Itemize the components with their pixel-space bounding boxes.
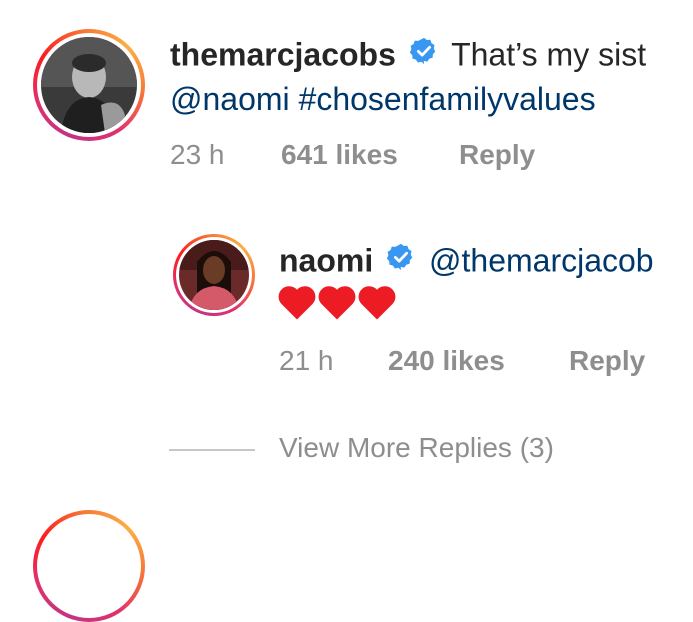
reply-button[interactable]: Reply [459, 139, 535, 171]
story-ring[interactable] [33, 29, 145, 141]
reply-line-1: naomi @themarcjacob [279, 242, 654, 284]
comment-likes[interactable]: 641 likes [281, 139, 398, 171]
likes-count[interactable]: 240 likes [388, 345, 505, 376]
likes-count[interactable]: 641 likes [281, 139, 398, 170]
comment-tags[interactable]: @naomi #chosenfamilyvalues [170, 81, 596, 118]
verified-badge-icon [382, 242, 420, 284]
avatar-themarcjacobs [41, 37, 137, 133]
reply-likes[interactable]: 240 likes [388, 345, 505, 377]
reply-label[interactable]: Reply [569, 345, 645, 376]
mention-link[interactable]: @themarcjacob [429, 242, 654, 278]
username-naomi[interactable]: naomi [279, 242, 373, 278]
reply-button[interactable]: Reply [569, 345, 645, 377]
avatar-naomi [179, 240, 249, 310]
reply-label[interactable]: Reply [459, 139, 535, 170]
comment-time: 23 h [170, 139, 225, 170]
story-ring[interactable] [173, 234, 255, 316]
heart-icon [318, 286, 356, 320]
comment-text: That’s my sist [451, 36, 647, 73]
view-more-replies[interactable]: View More Replies (3) [279, 432, 554, 464]
reply-time: 21 h [279, 345, 334, 376]
comment-line-1: themarcjacobs That’s my sist [170, 36, 646, 78]
hearts-text: ❤❤❤ [276, 282, 398, 327]
view-more-divider [169, 449, 255, 451]
verified-badge-icon [405, 36, 443, 78]
story-ring[interactable] [33, 510, 145, 622]
username-themarcjacobs[interactable]: themarcjacobs [170, 36, 396, 72]
heart-icon [358, 286, 396, 320]
